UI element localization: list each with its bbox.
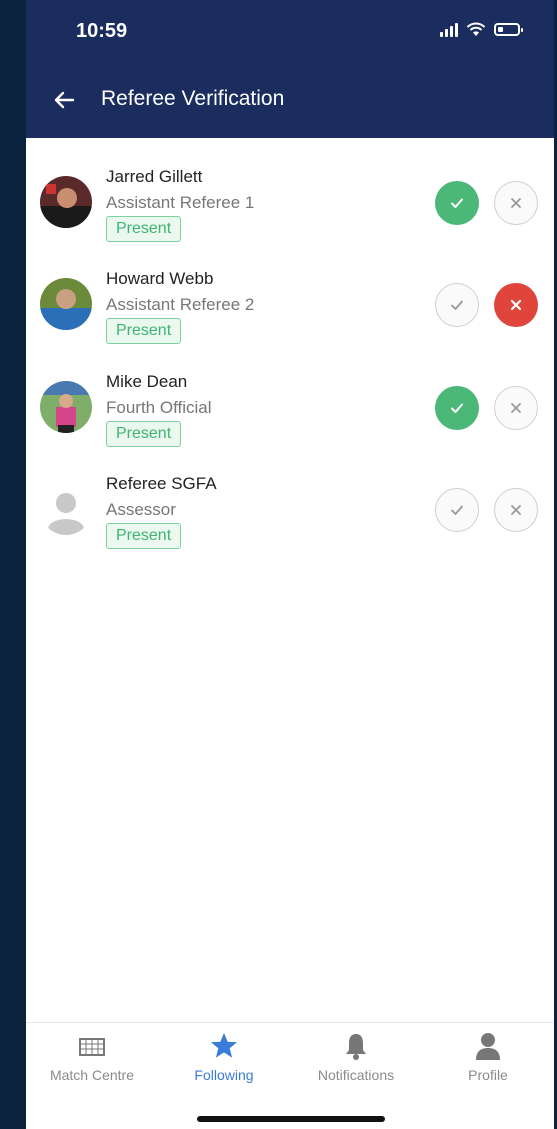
close-icon [511,403,521,413]
status-badge: Present [106,523,182,549]
tab-label: Match Centre [49,1067,135,1083]
reject-button[interactable] [494,283,538,327]
reject-button[interactable] [494,386,538,430]
status-time: 10:59 [76,20,128,42]
battery-icon [494,23,523,36]
reject-button[interactable] [494,488,538,532]
official-role: Assistant Referee 1 [106,193,255,212]
confirm-button[interactable] [435,488,479,532]
official-name: Howard Webb [106,269,214,288]
status-icons [440,22,523,37]
official-name: Jarred Gillett [106,167,203,186]
close-icon [511,198,521,208]
tab-notifications[interactable]: Notifications [290,1031,422,1091]
reject-button[interactable] [494,181,538,225]
official-row: Mike Dean Fourth Official Present [26,355,554,455]
wifi-icon [466,22,486,36]
close-icon [511,505,521,515]
avatar [40,381,92,433]
back-arrow-icon[interactable] [52,88,76,112]
official-name: Mike Dean [106,372,188,391]
status-badge: Present [106,421,182,447]
home-indicator[interactable] [197,1116,385,1122]
page-title: Referee Verification [101,87,285,110]
check-icon [451,198,463,208]
official-row: Jarred Gillett Assistant Referee 1 Prese… [26,150,554,250]
status-badge: Present [106,216,182,242]
phone-screen: 10:59 Referee Verification Jarred Gillet… [26,0,554,1129]
official-role: Fourth Official [106,398,212,417]
tab-match-centre[interactable]: Match Centre [26,1031,158,1091]
app-header: 10:59 Referee Verification [26,0,554,138]
status-badge: Present [106,318,182,344]
confirm-button[interactable] [435,283,479,327]
confirm-button[interactable] [435,386,479,430]
official-name: Referee SGFA [106,474,217,493]
official-row: Howard Webb Assistant Referee 2 Present [26,252,554,352]
bell-icon [346,1034,366,1060]
signal-icon [440,22,458,37]
close-icon [510,299,522,311]
tab-label: Following [194,1067,254,1083]
confirm-button[interactable] [435,181,479,225]
star-icon [211,1033,237,1058]
check-icon [451,403,463,413]
official-role: Assessor [106,500,176,519]
official-row: Referee SGFA Assessor Present [26,457,554,557]
goal-net-icon [79,1038,105,1056]
tab-label: Notifications [317,1067,395,1083]
avatar [40,176,92,228]
avatar-placeholder-icon [40,483,92,535]
tab-label: Profile [468,1067,508,1083]
check-icon [451,505,463,515]
person-icon [476,1033,500,1060]
official-role: Assistant Referee 2 [106,295,255,314]
tab-following[interactable]: Following [158,1031,290,1091]
tab-bar: Match Centre Following Notifications Pro… [26,1022,554,1129]
check-icon [451,300,463,310]
avatar [40,278,92,330]
tab-profile[interactable]: Profile [422,1031,554,1091]
